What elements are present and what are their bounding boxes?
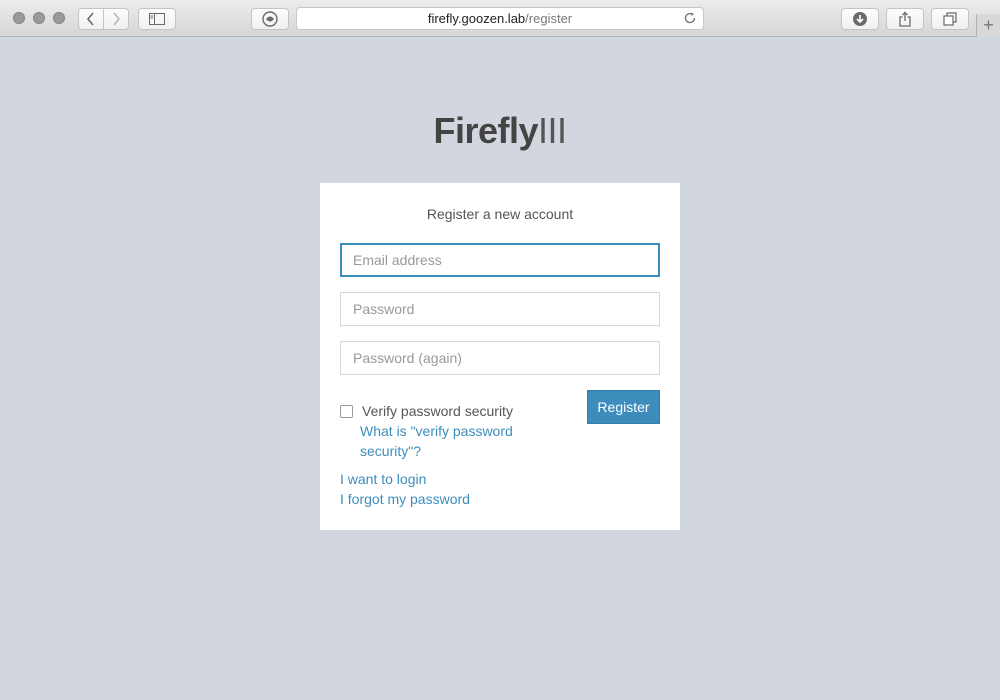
verify-password-help-link[interactable]: What is "verify password security"?: [360, 421, 530, 461]
logo-bold-text: Firefly: [433, 110, 539, 151]
app-logo[interactable]: FireflyIII: [0, 110, 1000, 152]
logo-light-text: III: [538, 110, 567, 151]
address-bar[interactable]: firefly.goozen.lab/register: [296, 7, 704, 30]
forgot-password-link[interactable]: I forgot my password: [340, 491, 470, 507]
back-button[interactable]: [78, 8, 104, 30]
sidebar-toggle-button[interactable]: [138, 8, 176, 30]
forward-button[interactable]: [103, 8, 129, 30]
privacy-report-button[interactable]: [251, 8, 289, 30]
register-button[interactable]: Register: [587, 390, 660, 424]
password-again-field[interactable]: [340, 341, 660, 375]
verify-password-checkbox[interactable]: [340, 405, 353, 418]
new-tab-button[interactable]: +: [976, 14, 1000, 37]
verify-password-label[interactable]: Verify password security: [362, 403, 513, 419]
verify-password-row: Verify password security: [340, 403, 513, 419]
browser-toolbar: firefly.goozen.lab/register +: [0, 0, 1000, 37]
share-icon: [899, 11, 911, 27]
downloads-button[interactable]: [841, 8, 879, 30]
sidebar-icon: [149, 13, 165, 25]
login-link[interactable]: I want to login: [340, 471, 426, 487]
password-field[interactable]: [340, 292, 660, 326]
shield-globe-icon: [262, 11, 278, 27]
plus-icon: +: [983, 15, 994, 35]
email-field[interactable]: [340, 243, 660, 277]
zoom-window-icon[interactable]: [53, 12, 65, 24]
minimize-window-icon[interactable]: [33, 12, 45, 24]
chevron-right-icon: [113, 12, 121, 26]
chevron-left-icon: [86, 12, 94, 26]
url-path: /register: [525, 11, 573, 26]
url-host: firefly.goozen.lab: [427, 11, 526, 26]
reload-icon[interactable]: [683, 11, 697, 25]
tabs-icon: [943, 12, 957, 26]
tabs-overview-button[interactable]: [931, 8, 969, 30]
download-icon: [853, 12, 867, 26]
card-title: Register a new account: [426, 206, 574, 222]
register-card: Register a new account Verify password s…: [320, 183, 680, 530]
close-window-icon[interactable]: [13, 12, 25, 24]
share-button[interactable]: [886, 8, 924, 30]
